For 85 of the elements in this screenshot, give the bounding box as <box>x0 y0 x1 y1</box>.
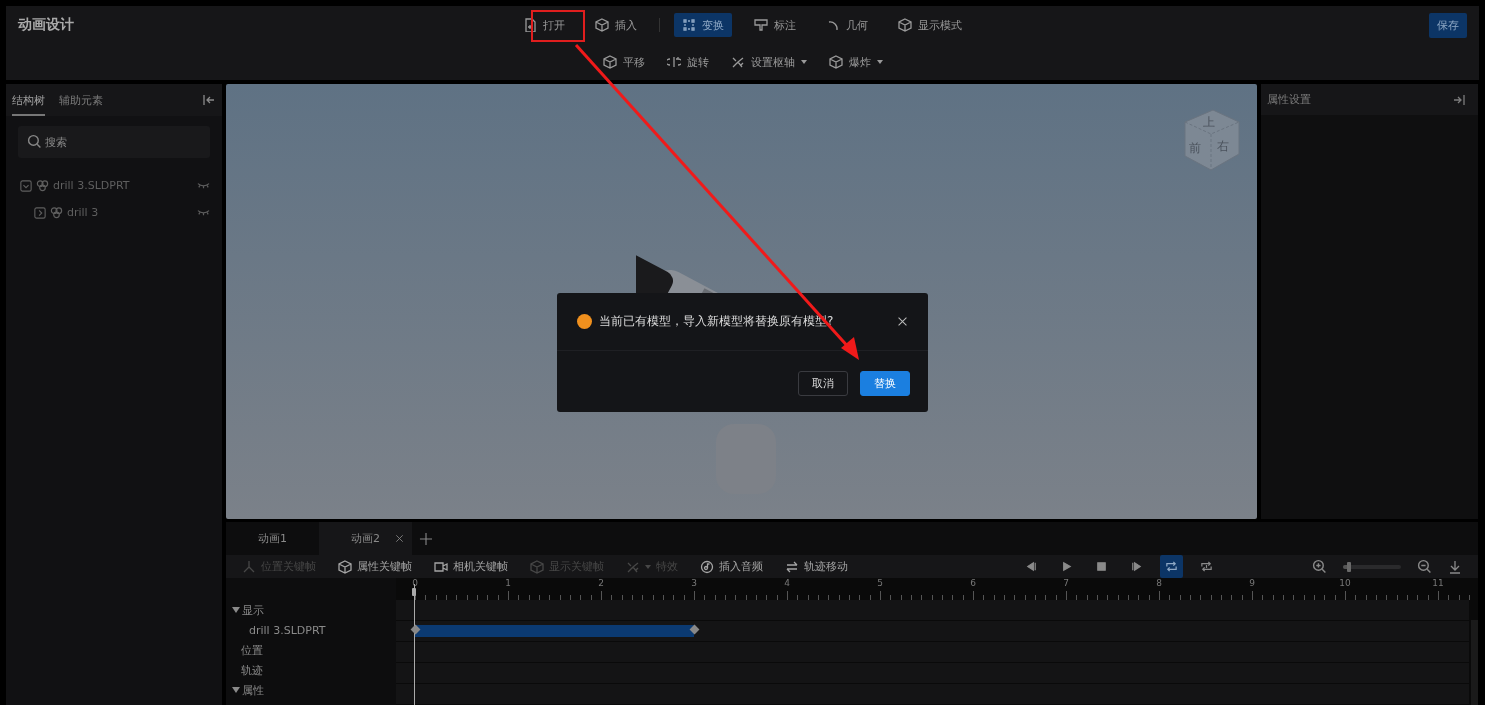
rotate-icon <box>666 55 681 69</box>
ruler-label: 5 <box>877 578 883 588</box>
app-title: 动画设计 <box>18 16 75 34</box>
download-icon[interactable] <box>1448 559 1462 574</box>
zoom-slider[interactable] <box>1343 564 1401 569</box>
search-field[interactable]: 搜索 <box>18 126 210 158</box>
cube-icon <box>898 18 912 32</box>
cancel-button[interactable]: 取消 <box>798 371 848 396</box>
repeat-once-icon <box>1200 560 1213 573</box>
collapse-toggle-icon[interactable] <box>20 179 32 192</box>
loop-icon <box>1165 560 1178 573</box>
ruler-label: 8 <box>1156 578 1162 588</box>
toolbar-button[interactable]: 显示模式 <box>890 13 970 37</box>
ruler-label: 9 <box>1249 578 1255 588</box>
annotation-box <box>531 10 585 42</box>
track-label: 显示 <box>242 602 264 618</box>
scrollbar[interactable] <box>1471 620 1478 705</box>
arc-icon <box>826 18 840 32</box>
timeline-tool[interactable]: 相机关键帧 <box>434 559 508 574</box>
toolbar-button[interactable]: 设置枢轴 <box>726 54 811 70</box>
file-plus-icon <box>523 18 537 32</box>
ruler-label: 2 <box>598 578 604 588</box>
next-frame-icon <box>1130 560 1143 573</box>
zoom-in-icon[interactable] <box>1312 559 1327 574</box>
ruler-label: 6 <box>970 578 976 588</box>
ruler-label: 3 <box>691 578 697 588</box>
track-label: drill 3.SLDPRT <box>249 623 326 637</box>
animation-tab[interactable]: 动画1 <box>226 522 319 555</box>
playhead-handle[interactable] <box>412 588 416 596</box>
pivot-icon <box>730 55 745 69</box>
ruler-label: 1 <box>505 578 511 588</box>
cube-icon <box>828 55 843 69</box>
camera-icon <box>434 559 448 574</box>
model-icon <box>50 206 63 219</box>
toolbar-button[interactable]: 标注 <box>746 13 804 37</box>
close-icon[interactable] <box>897 316 908 327</box>
slider-thumb[interactable] <box>1346 561 1351 572</box>
timeline-tool[interactable]: 插入音频 <box>700 559 763 574</box>
grid-icon <box>682 18 696 32</box>
axes-icon <box>242 559 256 574</box>
expand-toggle-icon[interactable] <box>34 206 46 219</box>
ruler-label: 4 <box>784 578 790 588</box>
play-icon <box>1060 560 1073 573</box>
music-icon <box>700 559 714 574</box>
toolbar-button[interactable]: 变换 <box>674 13 732 37</box>
track-label: 位置 <box>241 642 263 658</box>
tag-icon <box>754 18 768 32</box>
cube-icon <box>530 559 544 574</box>
toolbar-button[interactable]: 爆炸 <box>824 54 887 70</box>
toolbar-button[interactable]: 打开 <box>515 13 573 37</box>
timeline-tool[interactable]: 属性关键帧 <box>338 559 412 574</box>
track-label: 轨迹 <box>241 662 263 678</box>
close-icon[interactable] <box>395 534 404 543</box>
toolbar-button[interactable]: 几何 <box>818 13 876 37</box>
animation-tab[interactable]: 动画2 <box>319 522 412 555</box>
toolbar-button[interactable]: 平移 <box>598 54 649 70</box>
ruler-label: 7 <box>1063 578 1069 588</box>
save-button[interactable]: 保存 <box>1429 12 1467 38</box>
swap-icon <box>785 559 799 574</box>
replace-button[interactable]: 替换 <box>860 371 910 396</box>
warning-icon <box>577 314 592 329</box>
panel-tab[interactable]: 结构树 <box>12 84 45 116</box>
ruler-label: 10 <box>1339 578 1351 588</box>
caret-icon <box>645 564 651 569</box>
cube-icon <box>602 55 617 69</box>
expand-triangle-icon[interactable] <box>232 607 240 613</box>
toolbar-button[interactable]: 插入 <box>587 13 645 37</box>
zoom-out-icon[interactable] <box>1417 559 1432 574</box>
toolbar-button[interactable]: 旋转 <box>662 54 713 70</box>
stop-icon <box>1095 560 1108 573</box>
keyframe-icon[interactable] <box>689 624 700 635</box>
expand-triangle-icon[interactable] <box>232 687 240 693</box>
timeline-tool[interactable]: 轨迹移动 <box>785 559 848 574</box>
previous-frame-icon <box>1025 560 1038 573</box>
cube-icon <box>595 18 609 32</box>
loop-button[interactable] <box>1160 555 1183 578</box>
ruler-label: 11 <box>1432 578 1444 588</box>
expand-panel-icon[interactable] <box>1452 92 1466 107</box>
track-label: 属性 <box>242 682 264 698</box>
panel-tab[interactable]: 辅助元素 <box>59 84 103 116</box>
cube-icon <box>338 559 352 574</box>
panel-title: 属性设置 <box>1267 92 1311 107</box>
collapse-icon[interactable] <box>202 93 216 107</box>
model-icon <box>36 179 49 192</box>
keyframe-icon[interactable] <box>410 624 421 635</box>
